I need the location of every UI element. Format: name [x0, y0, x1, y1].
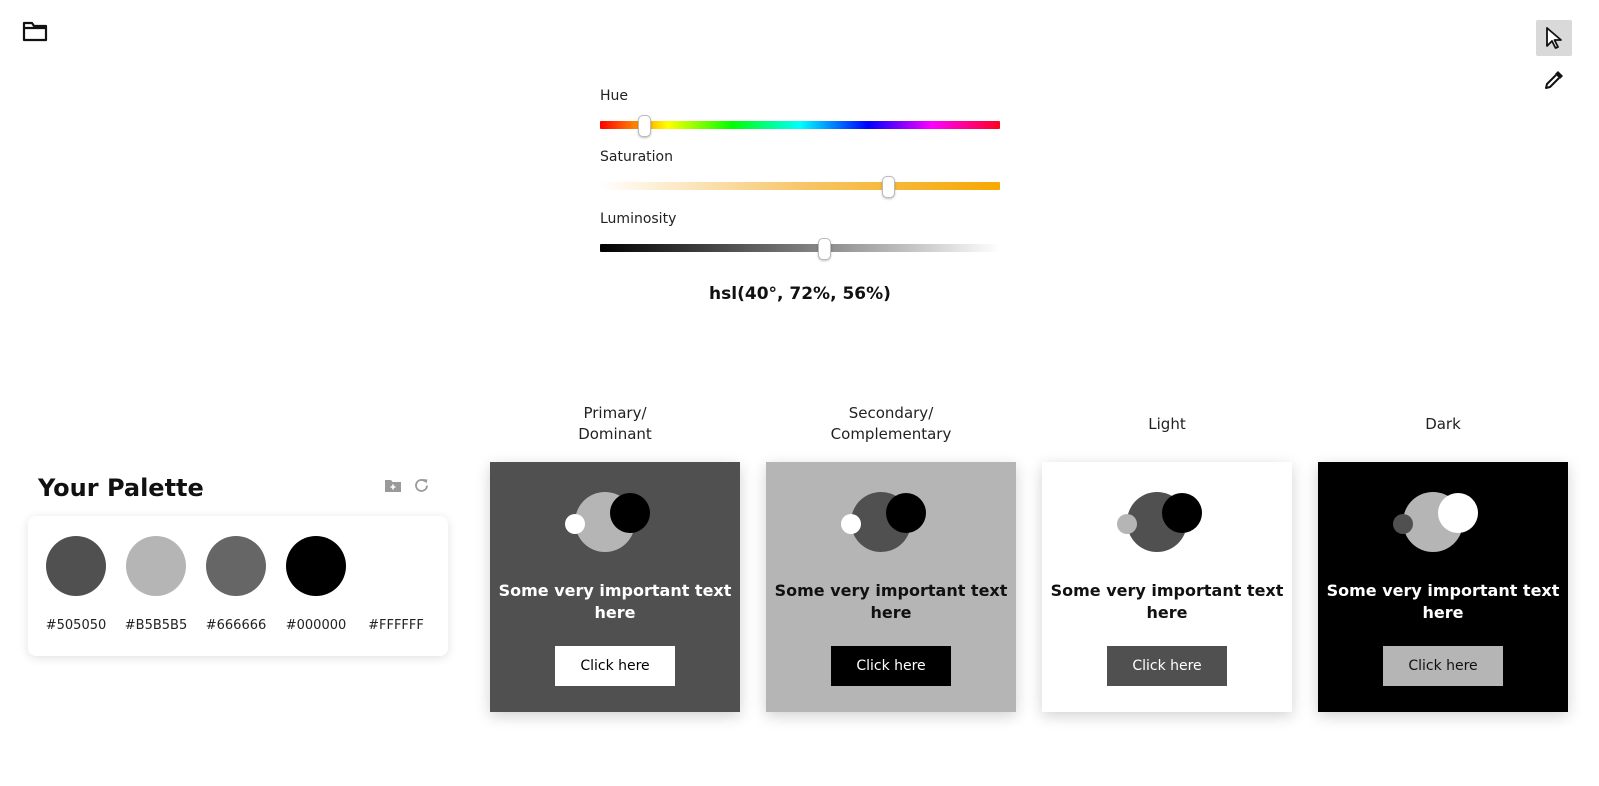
- palette-swatch-item: #666666: [196, 536, 276, 633]
- eyedropper-icon[interactable]: [1540, 66, 1568, 94]
- preview-text: Some very important text here: [498, 581, 732, 622]
- swatch-hex-label: #FFFFFF: [368, 618, 424, 633]
- hsl-readout: hsl(40°, 72%, 56%): [709, 284, 891, 304]
- palette-swatch-item: #505050: [36, 536, 116, 633]
- circles-illustration: [1117, 492, 1202, 552]
- palette-title: Your Palette: [38, 474, 204, 502]
- circles-illustration: [841, 492, 926, 552]
- color-swatch[interactable]: [286, 536, 346, 596]
- preview-label-secondary: Secondary/ Complementary: [830, 404, 952, 443]
- folder-plus-icon[interactable]: [384, 476, 402, 494]
- pointer-icon[interactable]: [1536, 20, 1572, 56]
- preview-card-secondary: Some very important text here Click here: [766, 462, 1016, 712]
- swatch-hex-label: #666666: [205, 618, 267, 633]
- saturation-slider-thumb[interactable]: [881, 176, 895, 198]
- hue-slider[interactable]: [600, 115, 1000, 137]
- preview-card-primary: Some very important text here Click here: [490, 462, 740, 712]
- saturation-slider[interactable]: [600, 176, 1000, 198]
- preview-text: Some very important text here: [774, 581, 1008, 622]
- luminosity-label: Luminosity: [600, 211, 677, 227]
- palette-card: #505050 #B5B5B5 #666666 #000000 #FFFFFF: [28, 516, 448, 656]
- click-here-button[interactable]: Click here: [1107, 646, 1227, 686]
- luminosity-slider-thumb[interactable]: [817, 238, 831, 260]
- circles-illustration: [565, 492, 650, 552]
- preview-text: Some very important text here: [1050, 581, 1284, 622]
- swatch-hex-label: #000000: [285, 618, 347, 633]
- saturation-label: Saturation: [600, 149, 673, 165]
- click-here-button[interactable]: Click here: [555, 646, 675, 686]
- palette-swatch-item: #FFFFFF: [356, 536, 436, 633]
- refresh-icon[interactable]: [412, 476, 430, 494]
- color-swatch[interactable]: [46, 536, 106, 596]
- color-swatch[interactable]: [366, 536, 426, 596]
- palette-swatch-item: #000000: [276, 536, 356, 633]
- swatch-hex-label: #505050: [45, 618, 107, 633]
- click-here-button[interactable]: Click here: [831, 646, 951, 686]
- palette-swatch-item: #B5B5B5: [116, 536, 196, 633]
- color-swatch[interactable]: [126, 536, 186, 596]
- click-here-button[interactable]: Click here: [1383, 646, 1503, 686]
- circles-illustration: [1393, 492, 1478, 552]
- folder-icon[interactable]: [22, 20, 50, 44]
- hue-slider-thumb[interactable]: [637, 115, 651, 137]
- preview-card-dark: Some very important text here Click here: [1318, 462, 1568, 712]
- preview-card-light: Some very important text here Click here: [1042, 462, 1292, 712]
- color-swatch[interactable]: [206, 536, 266, 596]
- preview-label-dark: Dark: [1425, 414, 1461, 433]
- preview-label-primary: Primary/ Dominant: [578, 404, 652, 443]
- hue-label: Hue: [600, 88, 629, 104]
- swatch-hex-label: #B5B5B5: [124, 618, 188, 633]
- preview-label-light: Light: [1148, 414, 1186, 433]
- preview-text: Some very important text here: [1326, 581, 1560, 622]
- luminosity-slider[interactable]: [600, 238, 1000, 260]
